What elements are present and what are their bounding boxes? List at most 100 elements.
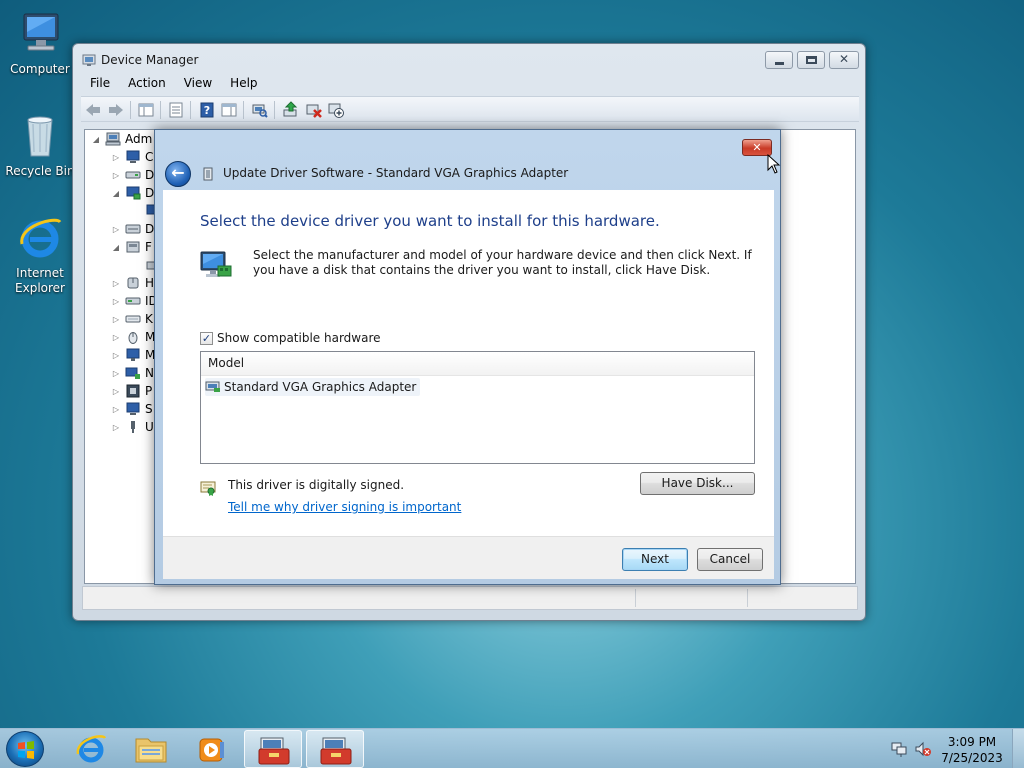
mouse-icon [125, 330, 141, 344]
back-arrow-icon[interactable] [84, 101, 102, 119]
disable-device-icon[interactable] [327, 101, 345, 119]
expand-icon[interactable]: ▷ [111, 297, 121, 306]
tree-label: Adm [125, 132, 153, 146]
action-pane-icon[interactable] [220, 101, 238, 119]
maximize-button[interactable] [797, 51, 825, 69]
model-column-header[interactable]: Model [201, 352, 754, 376]
tree-label: D [145, 222, 155, 236]
tree-root[interactable]: ◢ Adm [91, 130, 152, 148]
tree-label: D [145, 168, 155, 182]
minimize-button[interactable] [765, 51, 793, 69]
desktop-icon-label: Computer [10, 62, 70, 76]
tree-item[interactable]: ▷ N [111, 364, 154, 382]
desktop-recycle-bin[interactable]: Recycle Bin [2, 112, 78, 179]
tree-label: S [145, 402, 153, 416]
show-compatible-checkbox[interactable]: ✓ [200, 331, 213, 345]
driver-signing-link[interactable]: Tell me why driver signing is important [228, 500, 461, 514]
properties-pane-icon[interactable] [137, 101, 155, 119]
expand-icon[interactable]: ▷ [111, 387, 121, 396]
menu-action[interactable]: Action [119, 74, 175, 94]
tree-label: N [145, 366, 154, 380]
expand-icon[interactable]: ▷ [111, 171, 121, 180]
menu-file[interactable]: File [81, 74, 119, 94]
tree-label: D [145, 186, 155, 200]
tree-item[interactable]: ▷ D [111, 220, 154, 238]
taskbar-internet-explorer[interactable] [62, 730, 120, 768]
tree-item[interactable]: ▷ K [111, 310, 153, 328]
update-driver-icon[interactable] [282, 101, 300, 119]
close-icon: ✕ [752, 141, 762, 154]
toolbox-app-icon [258, 737, 290, 765]
collapse-icon[interactable]: ◢ [91, 135, 101, 144]
windows-explorer-icon [135, 738, 167, 763]
uninstall-icon[interactable] [305, 101, 323, 119]
toolbox-app-icon [320, 737, 352, 765]
system-devices-icon [125, 402, 141, 416]
expand-icon[interactable]: ▷ [111, 225, 121, 234]
help-icon[interactable]: ? [198, 101, 216, 119]
model-list-item[interactable]: Standard VGA Graphics Adapter [205, 378, 421, 396]
expand-icon[interactable]: ▷ [111, 315, 121, 324]
menu-help[interactable]: Help [221, 74, 266, 94]
show-desktop-button[interactable] [1012, 729, 1024, 768]
tree-item[interactable]: ◢ F [111, 238, 152, 256]
tree-item-display-adapters[interactable]: ◢ D [111, 184, 154, 202]
expand-icon[interactable]: ▷ [111, 369, 121, 378]
dvd-drive-icon [125, 222, 141, 236]
start-button[interactable] [6, 731, 44, 767]
volume-muted-icon[interactable] [914, 740, 932, 758]
tree-item[interactable]: ▷ S [111, 400, 153, 418]
scan-hardware-icon[interactable] [251, 101, 269, 119]
device-manager-icon [82, 53, 97, 67]
collapse-icon[interactable]: ◢ [111, 189, 121, 198]
tree-item[interactable]: ▷ U [111, 418, 154, 436]
desktop-icon-label: Internet Explorer [15, 266, 65, 295]
taskbar-device-manager[interactable] [244, 730, 302, 768]
desktop-internet-explorer[interactable]: Internet Explorer [2, 214, 78, 296]
expand-icon[interactable]: ▷ [111, 279, 121, 288]
expand-icon[interactable]: ▷ [111, 423, 121, 432]
forward-arrow-icon[interactable] [107, 101, 125, 119]
tree-item[interactable]: ▷ ID [111, 292, 158, 310]
taskbar-media-player[interactable] [182, 730, 240, 768]
internet-explorer-icon [76, 735, 107, 763]
next-button[interactable]: Next [622, 548, 688, 571]
list-view-icon[interactable] [167, 101, 185, 119]
expand-icon[interactable]: ▷ [111, 405, 121, 414]
show-compatible-label: Show compatible hardware [217, 331, 381, 345]
window-title: Device Manager [101, 53, 199, 67]
recycle-bin-icon [16, 112, 64, 160]
tree-item[interactable]: ▷ P [111, 382, 152, 400]
menu-bar: File Action View Help [81, 74, 859, 94]
have-disk-button[interactable]: Have Disk... [640, 472, 755, 495]
expand-icon[interactable]: ▷ [111, 153, 121, 162]
tree-item[interactable]: ▷ M [111, 346, 155, 364]
computer-icon [16, 10, 64, 58]
tree-item[interactable]: ▷ C [111, 148, 153, 166]
show-compatible-checkbox-row[interactable]: ✓ Show compatible hardware [200, 331, 381, 345]
back-button[interactable]: ← [165, 161, 191, 187]
model-list[interactable]: Model Standard VGA Graphics Adapter [200, 351, 755, 464]
desktop-computer[interactable]: Computer [2, 10, 78, 77]
taskbar-windows-explorer[interactable] [122, 730, 180, 768]
monitor-icon [125, 348, 141, 362]
expand-icon[interactable]: ▷ [111, 351, 121, 360]
signed-certificate-icon [200, 480, 216, 496]
tree-item[interactable]: ▷ D [111, 166, 154, 184]
collapse-icon[interactable]: ◢ [111, 243, 121, 252]
back-arrow-icon: ← [171, 163, 185, 182]
tree-item[interactable]: ▷ H [111, 274, 154, 292]
expand-icon[interactable]: ▷ [111, 333, 121, 342]
taskbar-update-driver[interactable] [306, 730, 364, 768]
main-instruction: Select the device driver you want to ins… [200, 212, 660, 230]
menu-view[interactable]: View [175, 74, 221, 94]
signed-status-text: This driver is digitally signed. [228, 478, 405, 492]
dialog-footer: Next Cancel [163, 536, 774, 579]
dialog-title: Update Driver Software - Standard VGA Gr… [223, 166, 569, 180]
window-close-button[interactable]: ✕ [829, 51, 859, 69]
taskbar-clock[interactable]: 3:09 PM 7/25/2023 [940, 734, 1004, 766]
cancel-button[interactable]: Cancel [697, 548, 763, 571]
network-status-icon[interactable] [890, 740, 908, 758]
close-icon: ✕ [839, 52, 850, 66]
tree-item[interactable]: ▷ M [111, 328, 155, 346]
